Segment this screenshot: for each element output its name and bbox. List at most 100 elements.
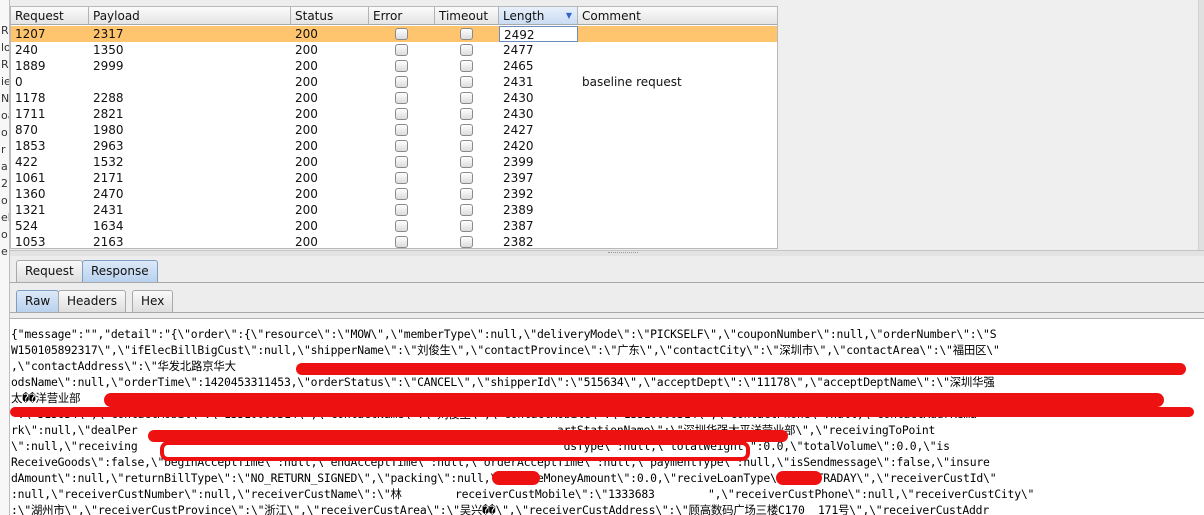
table-row[interactable]: 1053 2163 200 2382 <box>11 234 777 249</box>
vertical-scrollbar[interactable] <box>1198 0 1204 252</box>
table-row[interactable]: 870 1980 200 2427 <box>11 122 777 138</box>
tab-raw[interactable]: Raw <box>16 290 60 312</box>
table-row[interactable]: 1853 2963 200 2420 <box>11 138 777 154</box>
error-checkbox <box>395 92 408 104</box>
cell-status: 200 <box>295 59 318 73</box>
tab-hex[interactable]: Hex <box>132 290 174 312</box>
cell-payload: 1532 <box>93 155 124 169</box>
timeout-checkbox <box>460 60 473 72</box>
cell-request: 1178 <box>15 91 46 105</box>
background-text-fragment: o <box>1 228 8 241</box>
redaction-mark <box>776 471 822 485</box>
cell-status: 200 <box>295 91 318 105</box>
cell-request: 1053 <box>15 235 46 249</box>
error-checkbox <box>395 188 408 200</box>
cell-request: 1889 <box>15 59 46 73</box>
table-row[interactable]: 1207 2317 200 2492 <box>11 26 777 42</box>
cell-request: 1360 <box>15 187 46 201</box>
cell-payload: 1980 <box>93 123 124 137</box>
tab-divider <box>10 282 1204 283</box>
splitter-grip-icon[interactable] <box>608 252 638 255</box>
results-table-header: Request Payload Status Error Timeout Length ▼ C… <box>11 7 777 25</box>
tab-request[interactable]: Request <box>16 260 83 282</box>
cell-length: 2427 <box>503 123 534 137</box>
cell-comment <box>578 26 777 42</box>
table-row[interactable]: 1061 2171 200 2397 <box>11 170 777 186</box>
cell-payload: 2163 <box>93 235 124 249</box>
table-row[interactable]: 1711 2821 200 2430 <box>11 106 777 122</box>
cell-length: 2430 <box>503 107 534 121</box>
table-row[interactable]: 240 1350 200 2477 <box>11 42 777 58</box>
table-row[interactable]: 1178 2288 200 2430 <box>11 90 777 106</box>
error-checkbox <box>395 236 408 248</box>
cell-length: 2387 <box>503 219 534 233</box>
cell-length: 2389 <box>503 203 534 217</box>
table-row[interactable]: 422 1532 200 2399 <box>11 154 777 170</box>
column-header-payload[interactable]: Payload <box>89 7 291 25</box>
cell-comment <box>578 90 777 106</box>
cell-length: 2399 <box>503 155 534 169</box>
table-row[interactable]: 524 1634 200 2387 <box>11 218 777 234</box>
cell-status: 200 <box>295 155 318 169</box>
column-header-label: Status <box>295 9 334 23</box>
redaction-mark <box>492 471 540 485</box>
response-text-line: {"message":"","detail":"{\"order\":{\"re… <box>11 327 997 341</box>
timeout-checkbox <box>460 28 473 40</box>
cell-status: 200 <box>295 219 318 233</box>
table-row[interactable]: 1321 2431 200 2389 <box>11 202 777 218</box>
column-header-comment[interactable]: Comment <box>578 7 777 25</box>
cell-payload: 2999 <box>93 59 124 73</box>
background-text-fragment: r <box>1 143 6 156</box>
intruder-results-table[interactable]: Request Payload Status Error Timeout Length ▼ C… <box>10 6 778 249</box>
cell-payload: 2288 <box>93 91 124 105</box>
redaction-mark <box>160 441 750 461</box>
cell-status: 200 <box>295 27 318 41</box>
column-header-timeout[interactable]: Timeout <box>435 7 499 25</box>
background-text-fragment: 2 <box>1 177 8 190</box>
column-header-length[interactable]: Length ▼ <box>499 7 578 25</box>
timeout-checkbox <box>460 140 473 152</box>
table-row[interactable]: 1889 2999 200 2465 <box>11 58 777 74</box>
error-checkbox <box>395 172 408 184</box>
pane-splitter[interactable] <box>10 250 1204 256</box>
cell-status: 200 <box>295 43 318 57</box>
cell-comment <box>578 138 777 154</box>
response-text-line: :\"湖州市\",\"receiverCustProvince\":\"浙江\"… <box>11 503 989 515</box>
timeout-checkbox <box>460 44 473 56</box>
response-text-line: :null,\"receiverCustNumber\":null,\"rece… <box>11 487 1035 501</box>
cell-comment <box>578 234 777 248</box>
error-checkbox <box>395 140 408 152</box>
cell-length: 2465 <box>503 59 534 73</box>
cell-request: 422 <box>15 155 38 169</box>
response-text-line: odsName\":null,\"orderTime\":14204533114… <box>11 375 995 389</box>
column-header-error[interactable]: Error <box>369 7 435 25</box>
column-header-status[interactable]: Status <box>291 7 369 25</box>
redaction-mark <box>296 363 1186 375</box>
cell-length: 2477 <box>503 43 534 57</box>
error-checkbox <box>395 124 408 136</box>
redaction-mark <box>104 393 1164 407</box>
table-row[interactable]: 0 200 2431 baseline request <box>11 74 777 90</box>
table-row[interactable]: 1360 2470 200 2392 <box>11 186 777 202</box>
background-text-fragment: N <box>1 92 10 105</box>
response-raw-text[interactable]: {"message":"","detail":"{\"order\":{\"re… <box>10 318 1204 515</box>
cell-status: 200 <box>295 139 318 153</box>
cell-length: 2392 <box>503 187 534 201</box>
cell-request: 524 <box>15 219 38 233</box>
column-header-label: Request <box>15 9 64 23</box>
cell-request: 240 <box>15 43 38 57</box>
cell-status: 200 <box>295 75 318 89</box>
tab-divider <box>10 312 1204 313</box>
tab-headers[interactable]: Headers <box>58 290 126 312</box>
error-checkbox <box>395 156 408 168</box>
cell-length: 2492 <box>499 26 578 42</box>
tab-response[interactable]: Response <box>82 260 158 282</box>
timeout-checkbox <box>460 236 473 248</box>
cell-payload: 2171 <box>93 171 124 185</box>
cell-comment <box>578 106 777 122</box>
timeout-checkbox <box>460 156 473 168</box>
sort-descending-icon: ▼ <box>565 11 572 20</box>
view-tabs: Raw Headers Hex <box>10 287 1204 313</box>
background-window-strip: RloRieNoaora2oeloe <box>0 0 10 515</box>
column-header-request[interactable]: Request <box>11 7 89 25</box>
